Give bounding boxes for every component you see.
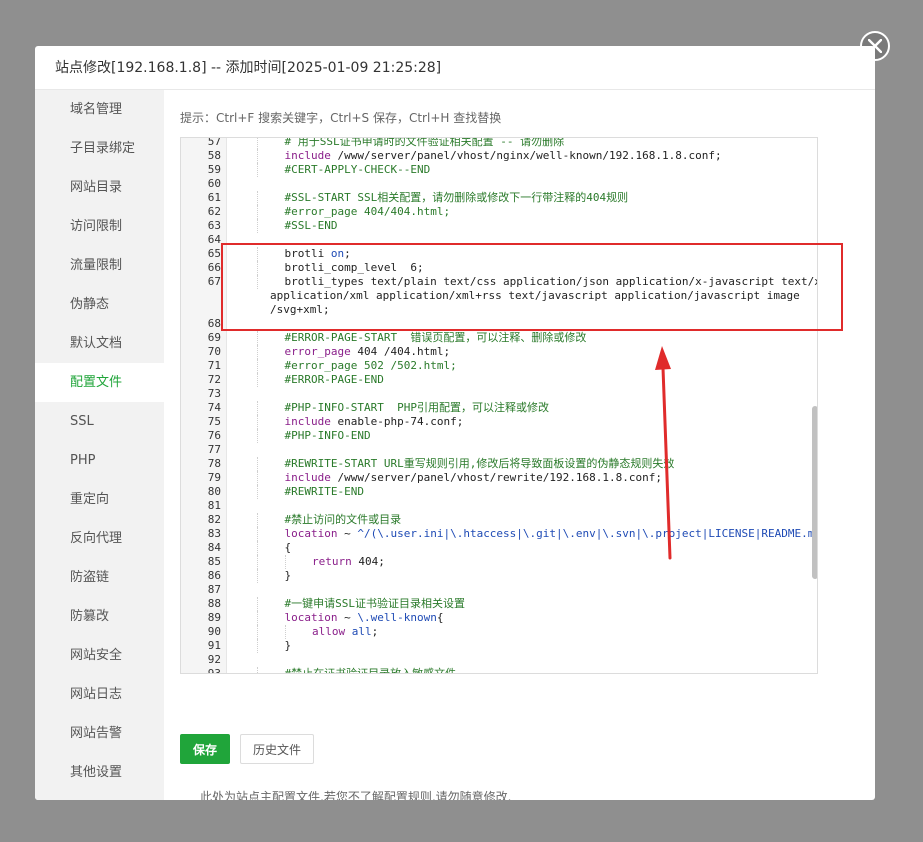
sidebar-item-subdir-binding[interactable]: 子目录绑定 xyxy=(35,129,164,168)
line-text: } xyxy=(257,569,292,583)
sidebar-item-reverse-proxy[interactable]: 反向代理 xyxy=(35,519,164,558)
line-text: include /www/server/panel/vhost/nginx/we… xyxy=(257,149,722,163)
line-text: #ERROR-PAGE-END xyxy=(257,373,384,387)
site-edit-dialog: 站点修改[192.168.1.8] -- 添加时间[2025-01-09 21:… xyxy=(35,46,875,800)
line-number: 88 xyxy=(207,597,221,610)
line-text: #SSL-START SSL相关配置，请勿删除或修改下一行带注释的404规则 xyxy=(257,191,628,205)
line-number: 69 xyxy=(207,331,221,344)
line-text: location ~ ^/(\.user.ini|\.htaccess|\.gi… xyxy=(257,527,817,541)
history-file-button[interactable]: 历史文件 xyxy=(240,734,314,764)
line-number: 58 xyxy=(207,149,221,162)
sidebar-item-php[interactable]: PHP xyxy=(35,441,164,480)
sidebar-item-default-document[interactable]: 默认文档 xyxy=(35,324,164,363)
line-number: 83 xyxy=(207,527,221,540)
line-number: 77 xyxy=(207,443,221,456)
code-editor[interactable]: 57 # 用于SSL证书申请时的文件验证相关配置 -- 请勿删除 58 inclu… xyxy=(180,137,818,674)
line-number: 80 xyxy=(207,485,221,498)
line-text: #禁止访问的文件或目录 xyxy=(257,513,401,527)
line-number: 57 xyxy=(207,137,221,148)
line-number: 75 xyxy=(207,415,221,428)
sidebar-item-site-alerts[interactable]: 网站告警 xyxy=(35,714,164,753)
line-text: #REWRITE-START URL重写规则引用,修改后将导致面板设置的伪静态规… xyxy=(257,457,674,471)
line-text: # 用于SSL证书申请时的文件验证相关配置 -- 请勿删除 xyxy=(257,138,564,149)
line-number: 90 xyxy=(207,625,221,638)
sidebar-item-rewrite[interactable]: 伪静态 xyxy=(35,285,164,324)
line-number: 73 xyxy=(207,387,221,400)
sidebar-item-other-settings[interactable]: 其他设置 xyxy=(35,753,164,792)
line-number: 81 xyxy=(207,499,221,512)
config-file-panel: 提示：Ctrl+F 搜索关键字，Ctrl+S 保存，Ctrl+H 查找替换 57… xyxy=(180,90,870,800)
line-text: include /www/server/panel/vhost/rewrite/… xyxy=(257,471,662,485)
sidebar-item-site-logs[interactable]: 网站日志 xyxy=(35,675,164,714)
dialog-title: 站点修改[192.168.1.8] -- 添加时间[2025-01-09 21:… xyxy=(35,46,875,90)
sidebar-item-site-security[interactable]: 网站安全 xyxy=(35,636,164,675)
line-number: 62 xyxy=(207,205,221,218)
line-text: #禁止在证书验证目录放入敏感文件 xyxy=(257,667,456,673)
line-number: 93 xyxy=(207,667,221,674)
annotation-highlight-box xyxy=(221,243,843,331)
save-button[interactable]: 保存 xyxy=(180,734,230,764)
line-number: 87 xyxy=(207,583,221,596)
sidebar-item-hotlink-protection[interactable]: 防盗链 xyxy=(35,558,164,597)
line-number: 78 xyxy=(207,457,221,470)
line-number: 66 xyxy=(207,261,221,274)
editor-scrollbar-thumb[interactable] xyxy=(812,406,817,579)
sidebar-item-config-file[interactable]: 配置文件 xyxy=(35,363,164,402)
line-text: } xyxy=(257,639,292,653)
line-number: 91 xyxy=(207,639,221,652)
line-text: return 404; xyxy=(257,555,385,569)
line-text: include enable-php-74.conf; xyxy=(257,415,463,429)
line-number: 60 xyxy=(207,177,221,190)
line-number: 59 xyxy=(207,163,221,176)
line-number: 89 xyxy=(207,611,221,624)
line-number: 82 xyxy=(207,513,221,526)
sidebar: 域名管理 子目录绑定 网站目录 访问限制 流量限制 伪静态 默认文档 配置文件 … xyxy=(35,90,164,800)
sidebar-item-redirect[interactable]: 重定向 xyxy=(35,480,164,519)
shortcut-hint: 提示：Ctrl+F 搜索关键字，Ctrl+S 保存，Ctrl+H 查找替换 xyxy=(180,111,502,125)
line-number: 79 xyxy=(207,471,221,484)
line-text: #ERROR-PAGE-START 错误页配置，可以注释、删除或修改 xyxy=(257,331,586,345)
sidebar-item-tamper-protection[interactable]: 防篡改 xyxy=(35,597,164,636)
line-text: location ~ \.well-known{ xyxy=(257,611,443,625)
config-warning-note: 此处为站点主配置文件,若您不了解配置规则,请勿随意修改. xyxy=(200,790,512,800)
sidebar-item-ssl[interactable]: SSL xyxy=(35,402,164,441)
line-number: 70 xyxy=(207,345,221,358)
line-number: 72 xyxy=(207,373,221,386)
line-text: #error_page 404/404.html; xyxy=(257,205,450,219)
line-number: 61 xyxy=(207,191,221,204)
line-number: 84 xyxy=(207,541,221,554)
line-text: { xyxy=(257,541,292,555)
line-number: 86 xyxy=(207,569,221,582)
line-number: 68 xyxy=(207,317,221,330)
line-text: allow all; xyxy=(257,625,378,639)
sidebar-item-domain[interactable]: 域名管理 xyxy=(35,90,164,129)
line-number: 67 xyxy=(207,275,221,288)
line-text: error_page 404 /404.html; xyxy=(257,345,450,359)
line-number: 85 xyxy=(207,555,221,568)
line-text: #SSL-END xyxy=(257,219,337,233)
line-number: 74 xyxy=(207,401,221,414)
line-number: 63 xyxy=(207,219,221,232)
line-number: 65 xyxy=(207,247,221,260)
sidebar-item-access-limit[interactable]: 访问限制 xyxy=(35,207,164,246)
line-text: #一键申请SSL证书验证目录相关设置 xyxy=(257,597,465,611)
line-text: #REWRITE-END xyxy=(257,485,364,499)
line-text: #error_page 502 /502.html; xyxy=(257,359,457,373)
sidebar-item-site-directory[interactable]: 网站目录 xyxy=(35,168,164,207)
line-text: #CERT-APPLY-CHECK--END xyxy=(257,163,430,177)
line-text: #PHP-INFO-START PHP引用配置，可以注释或修改 xyxy=(257,401,549,415)
line-number: 64 xyxy=(207,233,221,246)
line-number: 92 xyxy=(207,653,221,666)
line-text: #PHP-INFO-END xyxy=(257,429,371,443)
line-number: 76 xyxy=(207,429,221,442)
sidebar-item-traffic-limit[interactable]: 流量限制 xyxy=(35,246,164,285)
line-number: 71 xyxy=(207,359,221,372)
